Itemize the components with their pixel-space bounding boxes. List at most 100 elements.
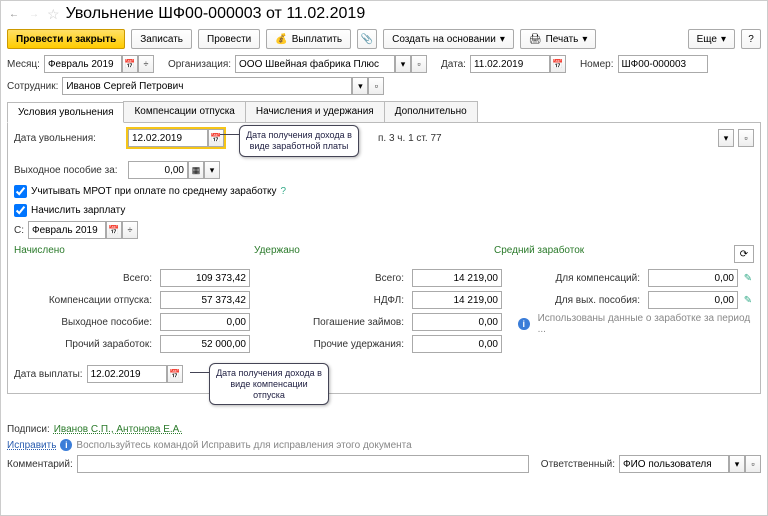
printer-icon: 🖨	[529, 34, 542, 45]
accrued-other-input[interactable]	[160, 335, 250, 353]
calc-icon[interactable]: ▦	[188, 161, 204, 179]
fix-link[interactable]: Исправить	[7, 440, 56, 451]
accrued-comp-label: Компенсации отпуска:	[14, 295, 156, 306]
severance-input[interactable]	[128, 161, 188, 179]
info-icon: i	[518, 318, 530, 330]
month-label: Месяц:	[7, 59, 40, 70]
reason-tail: п. 3 ч. 1 ст. 77	[378, 133, 442, 144]
chevron-down-icon: ▾	[582, 34, 587, 45]
page-title: Увольнение ШФ00-000003 от 11.02.2019	[66, 5, 366, 23]
avg-note: Использованы данные о заработке за перио…	[538, 313, 754, 335]
accrued-header: Начислено	[14, 245, 254, 263]
open-icon[interactable]: ▫	[745, 455, 761, 473]
forward-icon[interactable]: →	[27, 7, 41, 21]
ndfl-label: НДФЛ:	[266, 295, 408, 306]
org-label: Организация:	[168, 59, 231, 70]
tab-additional[interactable]: Дополнительно	[384, 101, 478, 122]
loans-input[interactable]	[412, 313, 502, 331]
responsible-input[interactable]	[619, 455, 729, 473]
dropdown-icon[interactable]: ▾	[718, 129, 734, 147]
employee-input[interactable]	[62, 77, 352, 95]
withheld-other-input[interactable]	[412, 335, 502, 353]
payout-button[interactable]: 💰Выплатить	[266, 29, 351, 49]
tab-vacation-comp[interactable]: Компенсации отпуска	[123, 101, 245, 122]
tab-accruals[interactable]: Начисления и удержания	[245, 101, 385, 122]
open-icon[interactable]: ▫	[411, 55, 427, 73]
dropdown-icon[interactable]: ▾	[204, 161, 220, 179]
payout-date-label: Дата выплаты:	[14, 369, 83, 380]
since-input[interactable]	[28, 221, 106, 239]
open-icon[interactable]: ▫	[738, 129, 754, 147]
dropdown-icon[interactable]: ▾	[395, 55, 411, 73]
avg-comp-label: Для компенсаций:	[518, 273, 644, 284]
more-button[interactable]: Еще ▾	[688, 29, 735, 49]
callout-comp-date: Дата получения дохода в виде компенсации…	[209, 363, 329, 405]
attach-button[interactable]: 📎	[357, 29, 377, 49]
accrued-total-input[interactable]	[160, 269, 250, 287]
calendar-icon[interactable]: 📅	[122, 55, 138, 73]
mrot-label: Учитывать МРОТ при оплате по среднему за…	[31, 186, 277, 197]
open-icon[interactable]: ▫	[368, 77, 384, 95]
avg-sev-input[interactable]	[648, 291, 738, 309]
save-button[interactable]: Записать	[131, 29, 192, 49]
withheld-header: Удержано	[254, 245, 494, 263]
withheld-total-input[interactable]	[412, 269, 502, 287]
withheld-other-label: Прочие удержания:	[266, 339, 408, 350]
comment-input[interactable]	[77, 455, 529, 473]
accrued-other-label: Прочий заработок:	[14, 339, 156, 350]
employee-label: Сотрудник:	[7, 81, 58, 92]
severance-label: Выходное пособие за:	[14, 165, 124, 176]
chevron-down-icon: ▾	[721, 34, 726, 45]
number-label: Номер:	[580, 59, 614, 70]
callout-salary-date: Дата получения дохода в виде заработной …	[239, 125, 359, 157]
responsible-label: Ответственный:	[541, 459, 615, 470]
loans-label: Погашение займов:	[266, 317, 408, 328]
accrued-comp-input[interactable]	[160, 291, 250, 309]
salary-label: Начислить зарплату	[31, 205, 125, 216]
mrot-checkbox[interactable]	[14, 185, 27, 198]
back-icon[interactable]: ←	[7, 7, 21, 21]
calendar-icon[interactable]: 📅	[167, 365, 183, 383]
star-icon[interactable]: ☆	[47, 6, 60, 23]
avg-comp-input[interactable]	[648, 269, 738, 287]
create-based-button[interactable]: Создать на основании ▾	[383, 29, 514, 49]
info-icon: i	[60, 439, 72, 451]
dismiss-date-label: Дата увольнения:	[14, 133, 124, 144]
number-input[interactable]	[618, 55, 708, 73]
pencil-icon[interactable]: ✎	[742, 295, 754, 306]
help-button[interactable]: ?	[741, 29, 761, 49]
stepper-icon[interactable]: ÷	[122, 221, 138, 239]
withheld-total-label: Всего:	[266, 273, 408, 284]
stepper-icon[interactable]: ÷	[138, 55, 154, 73]
fix-note: Воспользуйтесь командой Исправить для ис…	[76, 440, 411, 451]
accrued-sev-input[interactable]	[160, 313, 250, 331]
since-label: С:	[14, 225, 24, 236]
chevron-down-icon: ▾	[500, 34, 505, 45]
dropdown-icon[interactable]: ▾	[352, 77, 368, 95]
accrued-total-label: Всего:	[14, 273, 156, 284]
accrued-sev-label: Выходное пособие:	[14, 317, 156, 328]
salary-checkbox[interactable]	[14, 204, 27, 217]
post-close-button[interactable]: Провести и закрыть	[7, 29, 125, 49]
calendar-icon[interactable]: 📅	[106, 221, 122, 239]
payout-date-input[interactable]	[87, 365, 167, 383]
date-label: Дата:	[441, 59, 466, 70]
month-input[interactable]	[44, 55, 122, 73]
dismiss-date-input[interactable]	[128, 129, 208, 147]
signs-label: Подписи:	[7, 424, 50, 435]
avg-header: Средний заработок	[494, 245, 734, 263]
pencil-icon[interactable]: ✎	[742, 273, 754, 284]
comment-label: Комментарий:	[7, 459, 73, 470]
refresh-button[interactable]: ⟳	[734, 245, 754, 263]
calendar-icon[interactable]: 📅	[208, 129, 224, 147]
tab-conditions[interactable]: Условия увольнения	[7, 102, 124, 123]
dropdown-icon[interactable]: ▾	[729, 455, 745, 473]
org-input[interactable]	[235, 55, 395, 73]
post-button[interactable]: Провести	[198, 29, 260, 49]
calendar-icon[interactable]: 📅	[550, 55, 566, 73]
date-input[interactable]	[470, 55, 550, 73]
avg-sev-label: Для вых. пособия:	[518, 295, 644, 306]
signs-link[interactable]: Иванов С.П., Антонова Е.А.	[54, 424, 182, 435]
ndfl-input[interactable]	[412, 291, 502, 309]
print-button[interactable]: 🖨 Печать ▾	[520, 29, 597, 49]
